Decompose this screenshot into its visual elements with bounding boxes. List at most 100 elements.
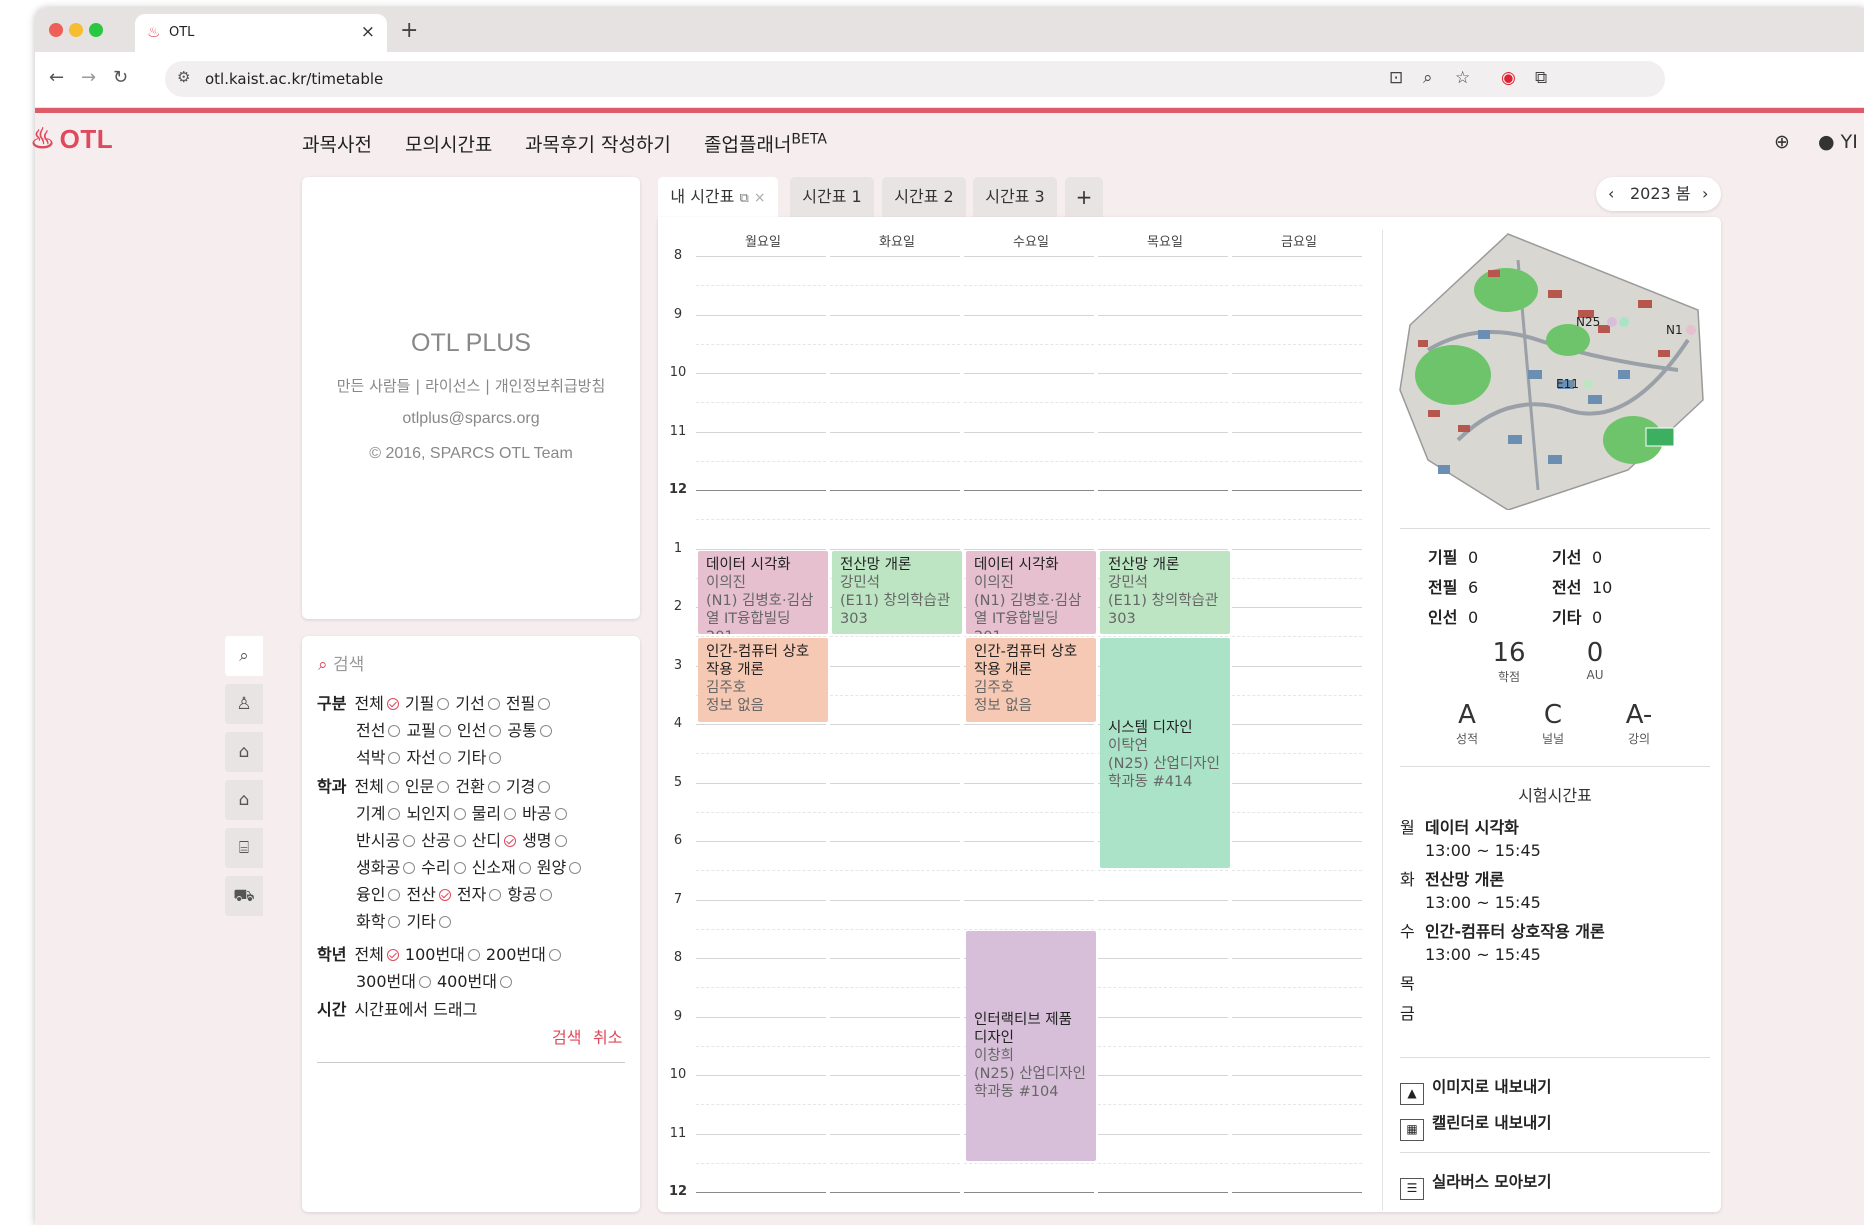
credit-category[interactable]: 기필 0 <box>1428 544 1478 568</box>
type-option[interactable]: 자선 <box>406 748 451 767</box>
exam-row[interactable]: 목 <box>1400 970 1425 994</box>
dept-option[interactable]: 인문 <box>405 777 450 796</box>
menu-timetable[interactable]: 모의시간표 <box>405 130 492 157</box>
lecture-block[interactable]: 전산망 개론 강민석 (E11) 창의학습관 303 <box>1100 550 1230 635</box>
dept-option[interactable]: 생화공 <box>356 858 416 877</box>
syllabus-button[interactable]: ☰ 실라버스 모아보기 <box>1400 1170 1551 1200</box>
dept-option[interactable]: 융인 <box>356 885 401 904</box>
type-option[interactable]: 전선 <box>356 721 401 740</box>
maximize-window-button[interactable] <box>89 23 103 37</box>
type-option[interactable]: 기필 <box>405 694 450 713</box>
add-timetable-button[interactable]: + <box>1065 177 1103 217</box>
dept-option[interactable]: 기경 <box>506 777 551 796</box>
humanities-building-icon[interactable]: ⌸ <box>225 828 263 868</box>
tab-my-timetable[interactable]: 내 시간표 ⧉ × <box>658 177 778 217</box>
forward-icon[interactable]: → <box>81 67 96 88</box>
dept-option[interactable]: 기타 <box>406 912 451 931</box>
type-option[interactable]: 공통 <box>507 721 552 740</box>
type-option[interactable]: 전필 <box>506 694 551 713</box>
otl-logo[interactable]: ♨ OTL <box>30 122 113 155</box>
search-icon[interactable]: ⌕ <box>225 636 263 676</box>
lecture-block[interactable]: 인터랙티브 제품 디자인 이창희 (N25) 산업디자인학과동 #104 <box>966 930 1096 1161</box>
lecture-block[interactable]: 인간-컴퓨터 상호작용 개론 김주호 정보 없음 <box>966 638 1096 722</box>
browser-tab[interactable]: ♨ OTL × <box>135 14 387 52</box>
type-option[interactable]: 기타 <box>457 748 502 767</box>
credit-category[interactable]: 기타 0 <box>1552 604 1602 628</box>
back-icon[interactable]: ← <box>49 67 64 88</box>
exam-row[interactable]: 화 전산망 개론 13:00 ~ 15:45 <box>1400 866 1541 912</box>
credit-category[interactable]: 인선 0 <box>1428 604 1478 628</box>
dept-option[interactable]: 물리 <box>472 804 517 823</box>
zoom-icon[interactable]: ⌕ <box>1423 68 1433 88</box>
lecture-block[interactable]: 데이터 시각화이의진(N1) 김병호·김삼열 IT융합빌딩 201 <box>698 550 828 635</box>
address-bar[interactable]: ⚙ otl.kaist.ac.kr/timetable <box>165 61 1665 97</box>
dept-option[interactable]: 산디 <box>472 831 517 850</box>
menu-planner[interactable]: 졸업플래너BETA <box>704 130 827 157</box>
dept-option[interactable]: 산공 <box>421 831 466 850</box>
prev-semester-icon[interactable]: ‹ <box>1608 177 1614 211</box>
dept-option[interactable]: 원양 <box>537 858 582 877</box>
lecture-block[interactable]: 인간-컴퓨터 상호작용 개론 김주호 정보 없음 <box>698 638 828 722</box>
bookmark-star-icon[interactable]: ☆ <box>1455 68 1470 88</box>
menu-write-reviews[interactable]: 과목후기 작성하기 <box>525 130 671 157</box>
dept-option[interactable]: 전산 <box>406 885 451 904</box>
graduation-cap-icon[interactable]: ♙ <box>225 684 263 724</box>
next-semester-icon[interactable]: › <box>1702 177 1708 211</box>
language-globe-icon[interactable]: ⊕ <box>1774 131 1790 153</box>
minor-cap-icon[interactable]: ⌂ <box>225 780 263 820</box>
type-option[interactable]: 전체 <box>354 694 399 713</box>
extensions-puzzle-icon[interactable]: ⧉ <box>1535 68 1547 88</box>
tab-timetable-3[interactable]: 시간표 3 <box>973 177 1057 217</box>
campus-map[interactable]: N25 N1 E11 <box>1398 230 1708 510</box>
type-option[interactable]: 교필 <box>406 721 451 740</box>
search-input[interactable]: ⌕ 검색 <box>318 650 364 675</box>
tab-timetable-1[interactable]: 시간표 1 <box>790 177 874 217</box>
grade-option[interactable]: 전체 <box>354 945 399 964</box>
lecture-block[interactable]: 전산망 개론 강민석 (E11) 창의학습관 303 <box>832 550 962 635</box>
dept-option[interactable]: 전자 <box>457 885 502 904</box>
dept-option[interactable]: 항공 <box>507 885 552 904</box>
exam-row[interactable]: 월 데이터 시각화 13:00 ~ 15:45 <box>1400 814 1541 860</box>
grade-option[interactable]: 400번대 <box>437 972 512 991</box>
type-option[interactable]: 인선 <box>457 721 502 740</box>
close-window-button[interactable] <box>49 23 63 37</box>
otl-plus-links[interactable]: 만든 사람들 | 라이선스 | 개인정보취급방침 <box>302 375 640 396</box>
grade-option[interactable]: 100번대 <box>405 945 480 964</box>
minimize-window-button[interactable] <box>69 23 83 37</box>
dept-option[interactable]: 화학 <box>356 912 401 931</box>
dept-option[interactable]: 전체 <box>354 777 399 796</box>
grade-option[interactable]: 200번대 <box>486 945 561 964</box>
grade-option[interactable]: 300번대 <box>356 972 431 991</box>
user-menu[interactable]: ● YI <box>1818 131 1858 153</box>
exam-row[interactable]: 금 <box>1400 1000 1425 1024</box>
dept-option[interactable]: 반시공 <box>356 831 416 850</box>
cart-icon[interactable]: ⛟ <box>225 876 263 916</box>
install-app-icon[interactable]: ⊡ <box>1389 68 1403 88</box>
type-option[interactable]: 석박 <box>356 748 401 767</box>
menu-dictionary[interactable]: 과목사전 <box>302 130 372 157</box>
type-option[interactable]: 기선 <box>455 694 500 713</box>
dept-option[interactable]: 생명 <box>522 831 567 850</box>
credit-category[interactable]: 기선 0 <box>1552 544 1602 568</box>
lecture-block[interactable]: 데이터 시각화이의진(N1) 김병호·김삼열 IT융합빌딩 201 <box>966 550 1096 635</box>
dept-option[interactable]: 바공 <box>522 804 567 823</box>
dept-option[interactable]: 기계 <box>356 804 401 823</box>
search-cancel-button[interactable]: 취소 <box>593 1024 622 1048</box>
exam-row[interactable]: 수 인간-컴퓨터 상호작용 개론 13:00 ~ 15:45 <box>1400 918 1605 964</box>
dept-option[interactable]: 뇌인지 <box>406 804 466 823</box>
export-calendar-button[interactable]: ▦ 캘린더로 내보내기 <box>1400 1111 1551 1141</box>
new-tab-icon[interactable]: + <box>400 18 418 43</box>
major-cap-icon[interactable]: ⌂ <box>225 732 263 772</box>
search-submit-button[interactable]: 검색 <box>552 1024 581 1048</box>
credit-category[interactable]: 전필 6 <box>1428 574 1478 598</box>
reload-icon[interactable]: ↻ <box>113 67 128 88</box>
site-settings-icon[interactable]: ⚙ <box>177 68 190 86</box>
delete-icon[interactable]: × <box>754 190 766 206</box>
credit-category[interactable]: 전선 10 <box>1552 574 1612 598</box>
dept-option[interactable]: 건환 <box>455 777 500 796</box>
extension-record-icon[interactable]: ◉ <box>1501 68 1516 88</box>
otl-plus-email[interactable]: otlplus@sparcs.org <box>302 410 640 428</box>
dept-option[interactable]: 신소재 <box>472 858 531 877</box>
copy-icon[interactable]: ⧉ <box>739 191 748 206</box>
export-image-button[interactable]: ▲ 이미지로 내보내기 <box>1400 1075 1551 1105</box>
